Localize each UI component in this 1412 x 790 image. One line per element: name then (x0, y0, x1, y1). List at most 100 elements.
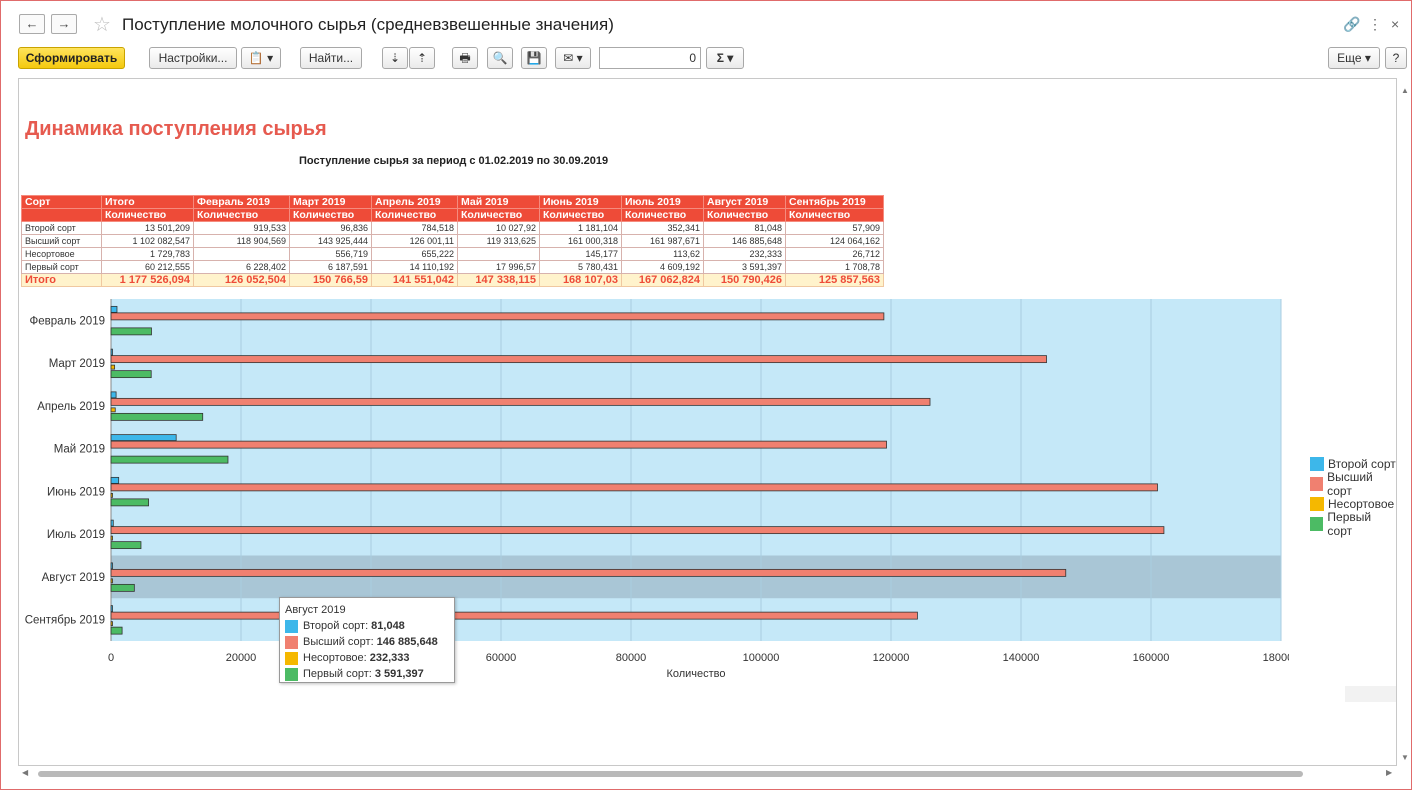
table-row[interactable]: Первый сорт 60 212,555 6 228,402 6 187,591 1… (21, 260, 884, 274)
table-cell: 1 102 082,547 (101, 234, 194, 248)
preview-button[interactable]: 🔍 (487, 47, 513, 69)
y-tick-label: Апрель 2019 (37, 401, 105, 413)
table-cell: 161 000,318 (539, 234, 622, 248)
table-cell: 113,62 (621, 247, 704, 261)
chart-legend: Второй сорт Высший сорт Несортовое Первый с… (1310, 454, 1396, 538)
scroll-down-icon[interactable]: ▼ (1401, 753, 1409, 762)
back-icon: ← (25, 16, 39, 31)
column-header: Август 2019 (703, 195, 786, 209)
table-cell: 60 212,555 (101, 260, 194, 274)
table-cell: 784,518 (371, 221, 458, 235)
table-total-row[interactable]: Итого 1 177 526,094 126 052,504 150 766,59 1… (21, 273, 884, 287)
table-cell: 13 501,209 (101, 221, 194, 235)
tooltip-rows: Второй сорт: 81,048 Высший сорт: 146 885,64… (285, 618, 449, 682)
tooltip-value: 3 591,397 (374, 668, 424, 680)
close-icon[interactable]: × (1391, 16, 1399, 32)
preview-icon: 🔍 (492, 51, 508, 65)
bar (110, 562, 113, 570)
table-cell: 26,712 (785, 247, 884, 261)
table-cell: Первый сорт (21, 260, 102, 274)
vertical-scrollbar[interactable]: ▲ ▼ (1399, 78, 1409, 766)
settings-button[interactable]: Настройки... (149, 47, 237, 69)
table-row[interactable]: Второй сорт 13 501,209 919,533 96,836 784,51… (21, 221, 884, 235)
table-cell (457, 247, 540, 261)
table-total-cell: 150 766,59 (289, 273, 372, 287)
legend-item[interactable]: Высший сорт (1310, 470, 1396, 498)
bar-chart[interactable]: 0200004000060000800001000001200001400001… (19, 291, 1289, 695)
generate-button[interactable]: Сформировать (18, 47, 125, 69)
table-total-cell: 167 062,824 (621, 273, 704, 287)
print-button[interactable]: 🖶 (452, 47, 478, 69)
legend-swatch (1310, 497, 1324, 511)
legend-label: Несортовое (1328, 497, 1395, 511)
y-tick-label: Июль 2019 (47, 529, 105, 541)
y-tick-label: Июнь 2019 (47, 486, 105, 498)
window-title: Поступление молочного сырья (средневзвеш… (122, 15, 614, 34)
more-icon[interactable]: ⋮ (1368, 16, 1382, 33)
bar (110, 568, 1067, 577)
sum-value-field[interactable]: 0 (599, 47, 701, 69)
help-button[interactable]: ? (1385, 47, 1407, 69)
report-window: ← → ☆ Поступление молочного сырья (средн… (0, 0, 1412, 790)
table-total-cell: 126 052,504 (193, 273, 290, 287)
y-tick-label: Август 2019 (42, 572, 105, 584)
table-cell: 81,048 (703, 221, 786, 235)
bar (110, 611, 918, 620)
link-icon[interactable]: 🔗 (1343, 16, 1360, 33)
tooltip-label: Первый сорт: (303, 668, 372, 680)
x-tick-label: 80000 (616, 652, 647, 664)
column-subheader: Количество (621, 208, 704, 222)
column-header: Апрель 2019 (371, 195, 458, 209)
variants-button[interactable]: 📋 ▾ (241, 47, 281, 69)
favorite-star-icon[interactable]: ☆ (93, 12, 111, 37)
legend-swatch (1310, 477, 1324, 491)
legend-label: Высший сорт (1327, 470, 1373, 498)
column-header: Сентябрь 2019 (785, 195, 884, 209)
table-cell: 145,177 (539, 247, 622, 261)
table-cell: 146 885,648 (703, 234, 786, 248)
table-cell: 10 027,92 (457, 221, 540, 235)
find-button[interactable]: Найти... (300, 47, 362, 69)
table-cell: 126 001,11 (371, 234, 458, 248)
toolbar: Сформировать Настройки... 📋 ▾ Найти... ⇣… (11, 45, 1407, 73)
chart-tooltip: Август 2019 Второй сорт: 81,048 Высший сор… (279, 597, 455, 683)
bar (110, 312, 885, 321)
table-row[interactable]: Высший сорт 1 102 082,547 118 904,569 143 9… (21, 234, 884, 248)
bar (110, 605, 113, 613)
bar (110, 526, 1165, 535)
column-header: Июль 2019 (621, 195, 704, 209)
legend-item[interactable]: Первый сорт (1310, 510, 1396, 538)
sum-button[interactable]: Σ ▾ (706, 47, 744, 69)
scroll-up-icon[interactable]: ▲ (1401, 86, 1409, 95)
table-total-cell: 1 177 526,094 (101, 273, 194, 287)
forward-button[interactable]: → (51, 14, 77, 34)
back-button[interactable]: ← (19, 14, 45, 34)
horizontal-scroll-thumb[interactable] (38, 771, 1303, 777)
horizontal-scrollbar[interactable]: ◀ ▶ (18, 768, 1397, 780)
print-icon: 🖶 (459, 51, 471, 65)
highlight-band (111, 555, 1281, 599)
table-header-row: Сорт Итого Февраль 2019 Март 2019 Апрель 201… (21, 195, 884, 209)
table-cell: 1 708,78 (785, 260, 884, 274)
scroll-right-icon[interactable]: ▶ (1386, 768, 1392, 777)
table-cell: 96,836 (289, 221, 372, 235)
table-cell: 6 228,402 (193, 260, 290, 274)
table-subheader-row: Количество Количество Количество Количество… (21, 208, 884, 222)
more-button[interactable]: Еще ▾ (1328, 47, 1380, 69)
table-total-cell: Итого (21, 273, 102, 287)
save-button[interactable]: 💾 (521, 47, 547, 69)
bar (110, 626, 123, 635)
scroll-left-icon[interactable]: ◀ (22, 768, 28, 777)
column-subheader: Количество (703, 208, 786, 222)
table-total-cell: 125 857,563 (785, 273, 884, 287)
tooltip-value: 81,048 (371, 620, 405, 632)
legend-label: Второй сорт (1328, 457, 1396, 471)
sort-desc-button[interactable]: ⇣ (382, 47, 408, 69)
mail-button[interactable]: ✉ ▾ (555, 47, 591, 69)
table-row[interactable]: Несортовое 1 729,783 556,719 655,222 145,177… (21, 247, 884, 261)
x-tick-label: 60000 (486, 652, 517, 664)
bar (110, 391, 117, 399)
table-cell: 118 904,569 (193, 234, 290, 248)
sort-asc-button[interactable]: ⇡ (409, 47, 435, 69)
report-content[interactable]: Динамика поступления сырья Поступление с… (18, 78, 1397, 766)
